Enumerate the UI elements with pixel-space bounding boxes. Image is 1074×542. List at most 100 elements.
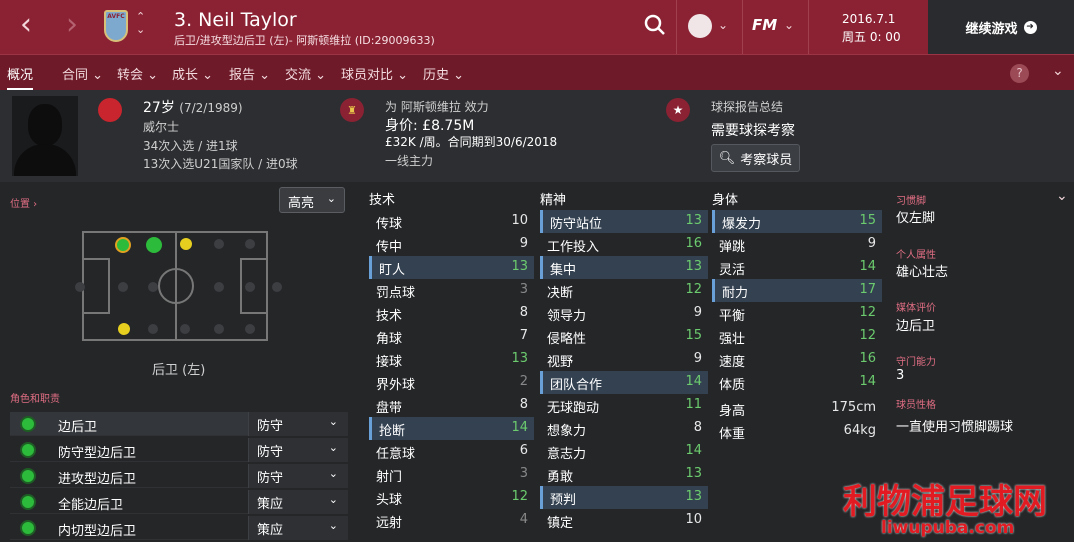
- attribute-name: 盘带: [376, 401, 403, 416]
- menu-item-history[interactable]: 历史 ⌄: [423, 64, 464, 83]
- duty-select[interactable]: 防守 ⌄: [248, 464, 348, 488]
- foot-label: 习惯脚: [896, 196, 926, 207]
- role-name: 防守型边后卫: [58, 446, 137, 461]
- attribute-value: 16: [685, 236, 702, 251]
- attribute-row: 传中 9: [369, 233, 534, 256]
- position-dot: [148, 282, 158, 292]
- attribute-name: 技术: [376, 309, 403, 324]
- crest-text: AVFC: [107, 13, 125, 20]
- position-dot: [245, 282, 255, 292]
- highlight-select[interactable]: 高亮 ⌄: [279, 187, 345, 213]
- attribute-name: 传中: [376, 240, 403, 255]
- role-name: 全能边后卫: [58, 498, 124, 513]
- attribute-value: 15: [685, 328, 702, 343]
- attribute-value: 13: [685, 213, 702, 228]
- attribute-value: 12: [859, 305, 876, 320]
- attribute-name: 远射: [376, 516, 403, 531]
- attribute-value: 13: [685, 466, 702, 481]
- attribute-name: 抢断: [379, 424, 406, 439]
- attribute-name: 镇定: [547, 516, 574, 531]
- menu-item-reports[interactable]: 报告 ⌄: [229, 64, 270, 83]
- attribute-value: 16: [859, 351, 876, 366]
- role-rating-icon: [20, 442, 36, 458]
- position-dot: [148, 324, 158, 334]
- chevron-down-icon[interactable]: ⌄: [718, 18, 728, 32]
- attribute-row: 想象力 8: [540, 417, 708, 440]
- menu-item-overview[interactable]: 概况: [7, 64, 34, 90]
- attribute-value: 8: [693, 420, 702, 435]
- attribute-row: 爆发力 15: [712, 210, 882, 233]
- attribute-value: 9: [867, 236, 876, 251]
- menu-item-contract[interactable]: 合同 ⌄: [62, 64, 103, 83]
- technical-heading: 技术: [369, 193, 396, 208]
- attribute-row: 团队合作 14: [540, 371, 708, 394]
- menu-item-transfer[interactable]: 转会 ⌄: [117, 64, 158, 83]
- attribute-row: 领导力 9: [540, 302, 708, 325]
- position-dot: [118, 282, 128, 292]
- header-bar: ‹ › AVFC ⌃ ⌄ 3. Neil Taylor 后卫/进攻型边后卫 (左)…: [0, 0, 1074, 54]
- duty-select[interactable]: 防守 ⌄: [248, 438, 348, 462]
- duty-select[interactable]: 策应 ⌄: [248, 516, 348, 540]
- attribute-value: 14: [511, 420, 528, 435]
- fm-logo[interactable]: FM: [752, 16, 777, 34]
- watermark-line1: 利物浦足球网: [843, 482, 1047, 522]
- help-icon[interactable]: ?: [1010, 64, 1029, 83]
- chevron-down-icon[interactable]: ⌄: [1056, 188, 1068, 204]
- separator: [676, 0, 677, 54]
- continue-button[interactable]: 继续游戏 ➜: [928, 0, 1074, 54]
- attribute-row: 防守站位 13: [540, 210, 708, 233]
- player-switch-icon[interactable]: ⌃ ⌄: [136, 10, 145, 36]
- back-arrow-icon[interactable]: ‹: [20, 10, 32, 40]
- scout-player-button[interactable]: 🔍︎ 考察球员: [711, 144, 800, 172]
- attribute-value: 10: [685, 512, 702, 527]
- role-row[interactable]: 防守型边后卫 防守 ⌄: [10, 438, 348, 462]
- attribute-value: 2: [519, 374, 528, 389]
- attribute-row: 视野 9: [540, 348, 708, 371]
- attribute-row: 工作投入 16: [540, 233, 708, 256]
- menu-item-development[interactable]: 成长 ⌄: [172, 64, 213, 83]
- continue-label: 继续游戏: [965, 21, 1018, 37]
- player-info-strip: 27岁 (7/2/1989) 威尔士 34次入选 / 进1球 13次入选U21国…: [0, 90, 1074, 182]
- player-value: 身价: £8.75M: [385, 118, 475, 134]
- attribute-row: 耐力 17: [712, 279, 882, 302]
- attribute-value: 12: [859, 328, 876, 343]
- attribute-row: 平衡 12: [712, 302, 882, 325]
- chevron-down-icon[interactable]: ⌄: [784, 18, 794, 32]
- u21-caps: 13次入选U21国家队 / 进0球: [143, 157, 298, 171]
- duty-select[interactable]: 防守 ⌄: [248, 412, 348, 436]
- role-row[interactable]: 进攻型边后卫 防守 ⌄: [10, 464, 348, 488]
- attribute-value: 13: [685, 259, 702, 274]
- menu-item-interaction[interactable]: 交流 ⌄: [285, 64, 326, 83]
- menu-item-compare[interactable]: 球员对比 ⌄: [341, 64, 408, 83]
- search-icon[interactable]: [644, 14, 666, 36]
- position-name: 后卫 (左): [152, 363, 206, 378]
- duty-select[interactable]: 策应 ⌄: [248, 490, 348, 514]
- attribute-name: 勇敢: [547, 470, 574, 485]
- position-section-label[interactable]: 位置 ›: [10, 195, 37, 210]
- attribute-value: 3: [519, 282, 528, 297]
- role-row[interactable]: 边后卫 防守 ⌄: [10, 412, 348, 436]
- attribute-row: 无球跑动 11: [540, 394, 708, 417]
- physical-heading: 身体: [712, 193, 739, 208]
- attribute-name: 盯人: [379, 263, 406, 278]
- nationality: 威尔士: [143, 120, 180, 134]
- attribute-name: 防守站位: [550, 217, 603, 232]
- watermark-line2: liwupuba.com: [881, 518, 1015, 538]
- chevron-down-icon[interactable]: ⌄: [1052, 63, 1064, 79]
- attribute-value: 17: [859, 282, 876, 297]
- weight-label: 体重: [719, 427, 746, 442]
- weight-value: 64kg: [843, 423, 876, 438]
- attribute-name: 罚点球: [376, 286, 416, 301]
- globe-icon[interactable]: [688, 14, 712, 38]
- attribute-name: 爆发力: [722, 217, 762, 232]
- separator: [808, 0, 809, 54]
- attribute-name: 弹跳: [719, 240, 746, 255]
- player-name: 3. Neil Taylor: [174, 9, 297, 31]
- attribute-name: 意志力: [547, 447, 587, 462]
- attribute-value: 11: [685, 397, 702, 412]
- role-row[interactable]: 全能边后卫 策应 ⌄: [10, 490, 348, 514]
- role-row[interactable]: 内切型边后卫 策应 ⌄: [10, 516, 348, 540]
- attribute-name: 团队合作: [550, 378, 603, 393]
- forward-arrow-icon[interactable]: ›: [66, 10, 78, 40]
- position-dot: [75, 282, 85, 292]
